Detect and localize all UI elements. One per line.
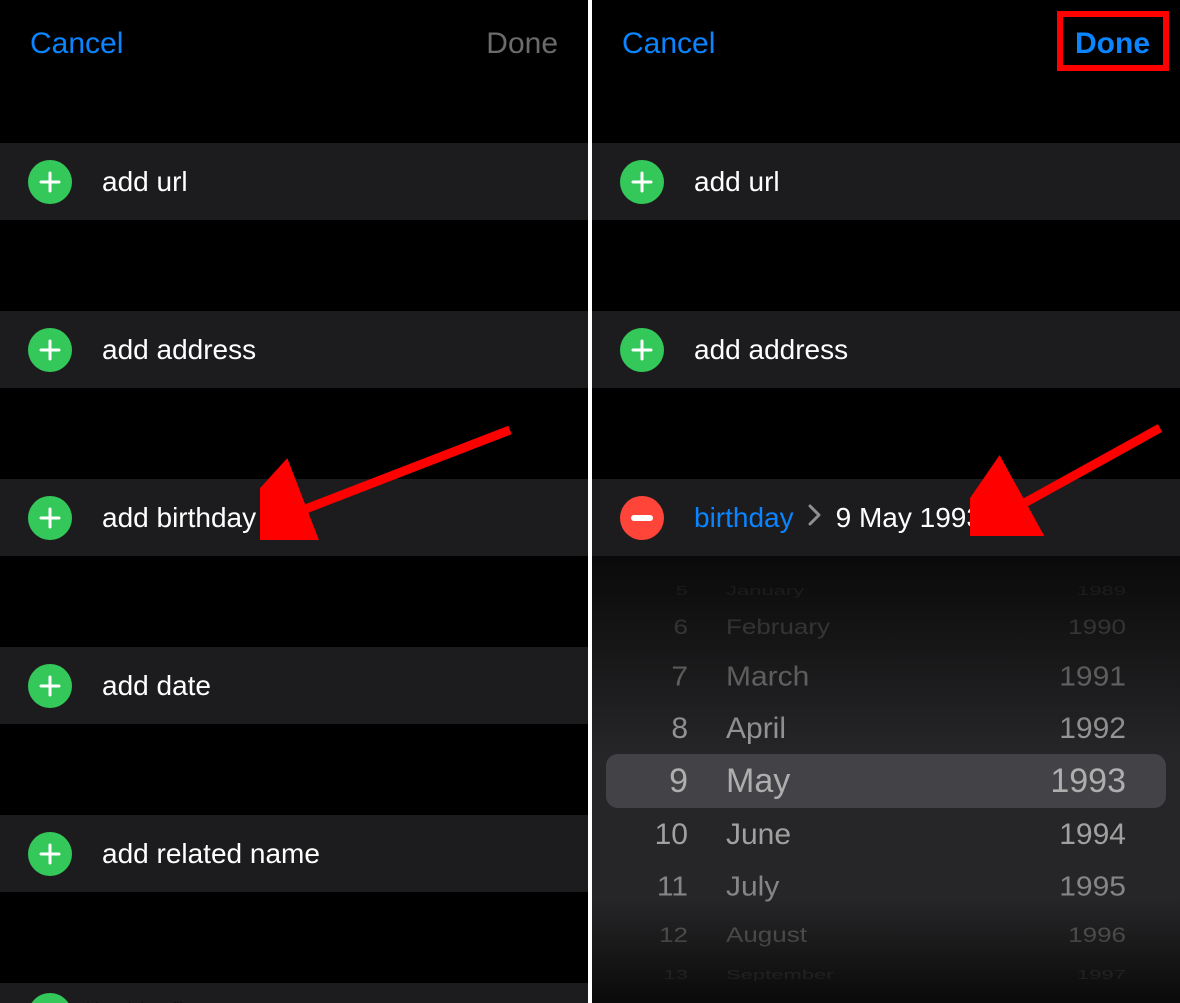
picker-year-option[interactable]: 1996 <box>974 917 1180 954</box>
picker-day-option[interactable]: 8 <box>592 706 714 752</box>
picker-month-option[interactable]: July <box>714 866 974 908</box>
add-birthday-row[interactable]: add birthday <box>0 478 588 556</box>
contact-edit-screen-before: Cancel Done add url add address add birt… <box>0 0 588 1003</box>
picker-year-option[interactable]: 1992 <box>974 706 1180 752</box>
plus-icon <box>28 160 72 204</box>
add-address-label: add address <box>694 334 848 366</box>
cancel-button[interactable]: Cancel <box>30 27 123 61</box>
birthday-field-row[interactable]: birthday 9 May 1993 <box>592 478 1180 556</box>
picker-month-option[interactable]: June <box>714 812 974 858</box>
add-related-name-row[interactable]: add related name <box>0 814 588 892</box>
picker-month-option[interactable]: April <box>714 706 974 752</box>
birthday-value: 9 May 1993 <box>836 502 982 534</box>
add-url-label: add url <box>102 166 188 198</box>
picker-month-option[interactable]: January <box>714 577 974 605</box>
chevron-right-icon <box>808 504 822 531</box>
done-button[interactable]: Done <box>486 27 558 61</box>
picker-day-option[interactable]: 9 <box>592 758 714 804</box>
add-url-row[interactable]: add url <box>592 142 1180 220</box>
add-social-profile-row[interactable]: add social profile <box>0 982 588 1003</box>
picker-year-option[interactable]: 1993 <box>974 758 1180 804</box>
picker-month-option[interactable]: February <box>714 609 974 646</box>
birthday-type-button[interactable]: birthday <box>694 502 794 534</box>
plus-icon <box>620 328 664 372</box>
picker-day-option[interactable]: 5 <box>592 577 714 605</box>
nav-bar: Cancel Done <box>0 0 588 88</box>
plus-icon <box>620 160 664 204</box>
add-url-label: add url <box>694 166 780 198</box>
picker-month-wheel[interactable]: January February March April May June Ju… <box>714 556 974 1003</box>
picker-day-option[interactable]: 13 <box>592 961 714 989</box>
plus-icon <box>28 993 72 1003</box>
picker-year-wheel[interactable]: 1989 1990 1991 1992 1993 1994 1995 1996 … <box>974 556 1180 1003</box>
picker-day-option[interactable]: 7 <box>592 656 714 698</box>
picker-day-option[interactable]: 6 <box>592 609 714 646</box>
picker-month-option[interactable]: March <box>714 656 974 698</box>
add-birthday-label: add birthday <box>102 502 256 534</box>
plus-icon <box>28 496 72 540</box>
picker-year-option[interactable]: 1991 <box>974 656 1180 698</box>
picker-day-option[interactable]: 10 <box>592 812 714 858</box>
picker-year-option[interactable]: 1989 <box>974 577 1180 605</box>
add-date-label: add date <box>102 670 211 702</box>
picker-year-option[interactable]: 1990 <box>974 609 1180 646</box>
contact-edit-screen-after: Cancel Done add url add address birthday… <box>592 0 1180 1003</box>
picker-month-option[interactable]: September <box>714 961 974 989</box>
add-url-row[interactable]: add url <box>0 142 588 220</box>
plus-icon <box>28 328 72 372</box>
picker-month-option[interactable]: May <box>714 758 974 804</box>
cancel-button[interactable]: Cancel <box>622 27 715 61</box>
add-address-label: add address <box>102 334 256 366</box>
minus-icon[interactable] <box>620 496 664 540</box>
plus-icon <box>28 832 72 876</box>
picker-day-option[interactable]: 12 <box>592 917 714 954</box>
plus-icon <box>28 664 72 708</box>
add-related-name-label: add related name <box>102 838 320 870</box>
annotation-highlight-box <box>1057 11 1169 71</box>
picker-month-option[interactable]: August <box>714 917 974 954</box>
picker-year-option[interactable]: 1997 <box>974 961 1180 989</box>
date-picker[interactable]: 5 6 7 8 9 10 11 12 13 January February M… <box>592 556 1180 1003</box>
picker-year-option[interactable]: 1994 <box>974 812 1180 858</box>
picker-day-wheel[interactable]: 5 6 7 8 9 10 11 12 13 <box>592 556 714 1003</box>
picker-day-option[interactable]: 11 <box>592 866 714 908</box>
picker-year-option[interactable]: 1995 <box>974 866 1180 908</box>
add-date-row[interactable]: add date <box>0 646 588 724</box>
add-address-row[interactable]: add address <box>592 310 1180 388</box>
add-address-row[interactable]: add address <box>0 310 588 388</box>
